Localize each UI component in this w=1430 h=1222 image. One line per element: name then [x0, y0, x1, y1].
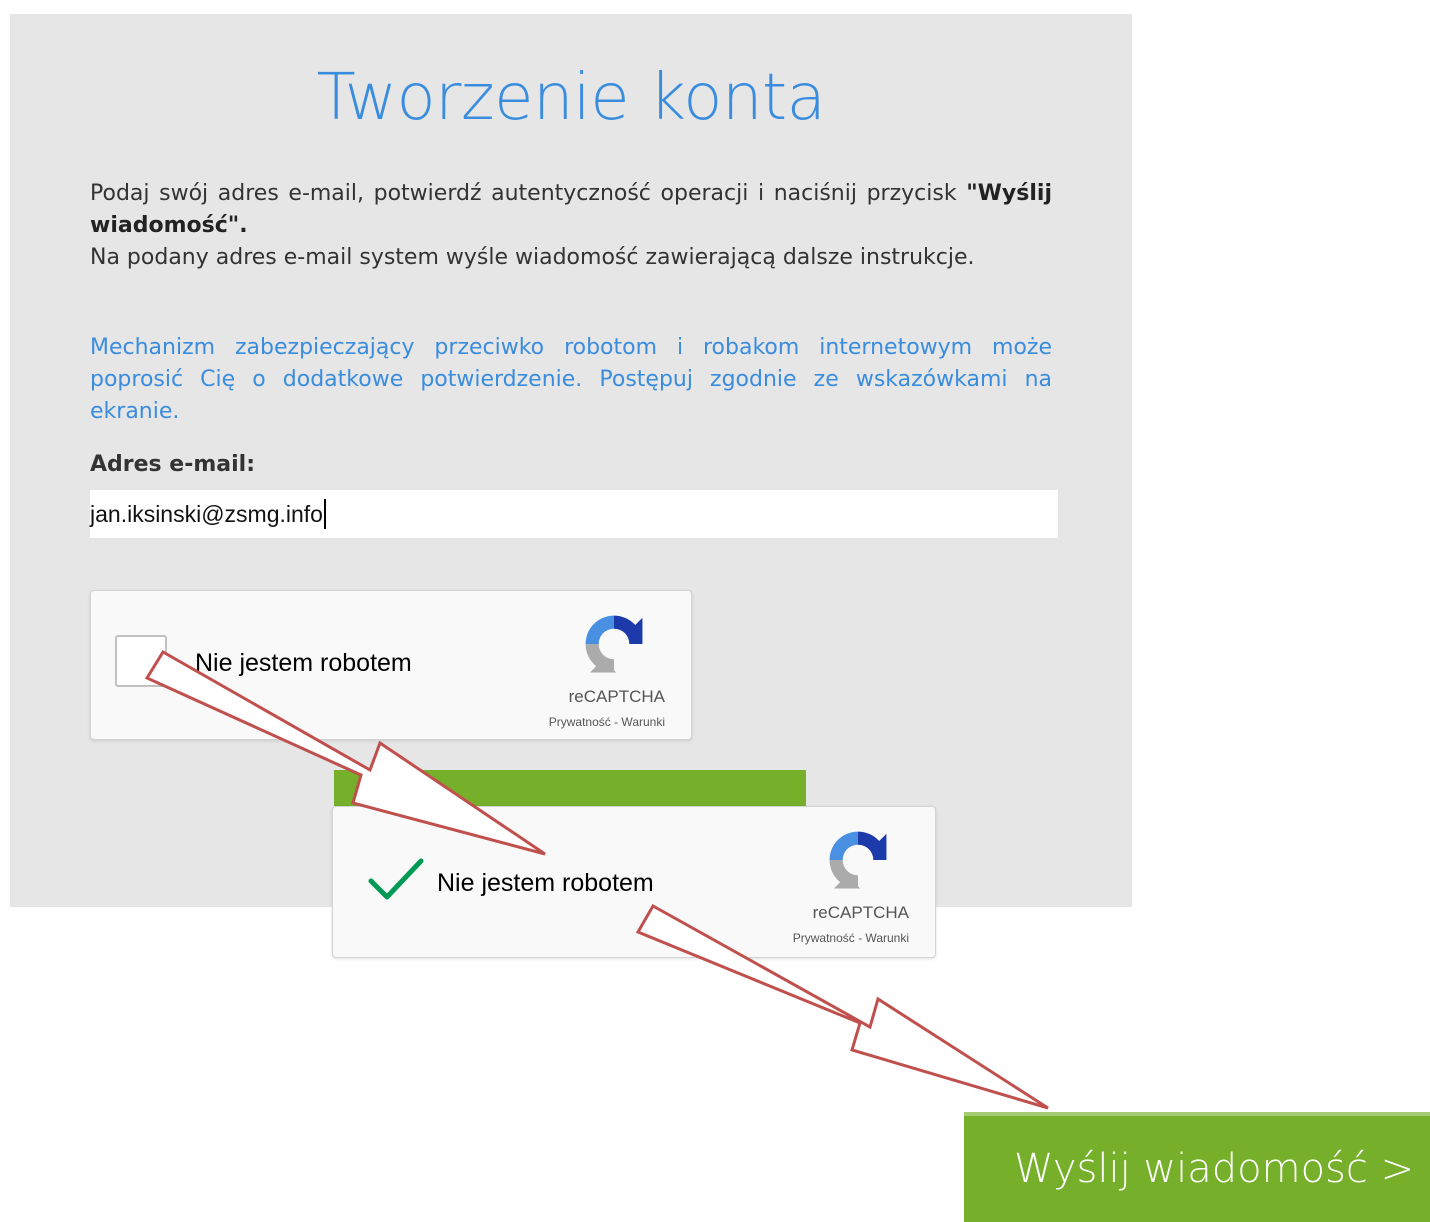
screen: Tworzenie konta Podaj swój adres e-mail,…: [0, 0, 1430, 1222]
recaptcha-terms-link[interactable]: Prywatność - Warunki: [793, 931, 909, 945]
email-label: Adres e-mail:: [90, 452, 255, 477]
recaptcha-checkbox[interactable]: [115, 635, 167, 687]
page-title: Tworzenie konta: [316, 61, 826, 135]
recaptcha-widget-checked: Nie jestem robotem reCAPTCHA Prywatność …: [332, 806, 936, 958]
recaptcha-logo-icon: [829, 831, 887, 889]
recaptcha-logo-icon: [585, 615, 643, 673]
instructions-line-1: Podaj swój adres e-mail, potwierdź auten…: [90, 181, 967, 206]
email-field-value: jan.iksinski@zsmg.info: [90, 499, 326, 529]
recaptcha-label: Nie jestem robotem: [195, 649, 412, 677]
recaptcha-brand: reCAPTCHA: [812, 903, 909, 922]
instructions-paragraph-2: Na podany adres e-mail system wyśle wiad…: [90, 245, 975, 270]
submit-button-partial: [334, 770, 806, 806]
checkmark-icon: [368, 858, 424, 900]
recaptcha-brand: reCAPTCHA: [568, 687, 665, 706]
recaptcha-label: Nie jestem robotem: [437, 869, 654, 897]
instructions-text: Podaj swój adres e-mail, potwierdź auten…: [90, 178, 1052, 274]
security-note: Mechanizm zabezpieczający przeciwko robo…: [90, 335, 1052, 424]
recaptcha-widget-unchecked: Nie jestem robotem reCAPTCHA Prywatność …: [90, 590, 692, 740]
send-message-button[interactable]: Wyślij wiadomość >: [964, 1112, 1430, 1222]
recaptcha-terms-link[interactable]: Prywatność - Warunki: [549, 715, 665, 729]
email-field[interactable]: jan.iksinski@zsmg.info: [90, 490, 1058, 538]
instructions-paragraph-1: Podaj swój adres e-mail, potwierdź auten…: [90, 178, 1052, 242]
